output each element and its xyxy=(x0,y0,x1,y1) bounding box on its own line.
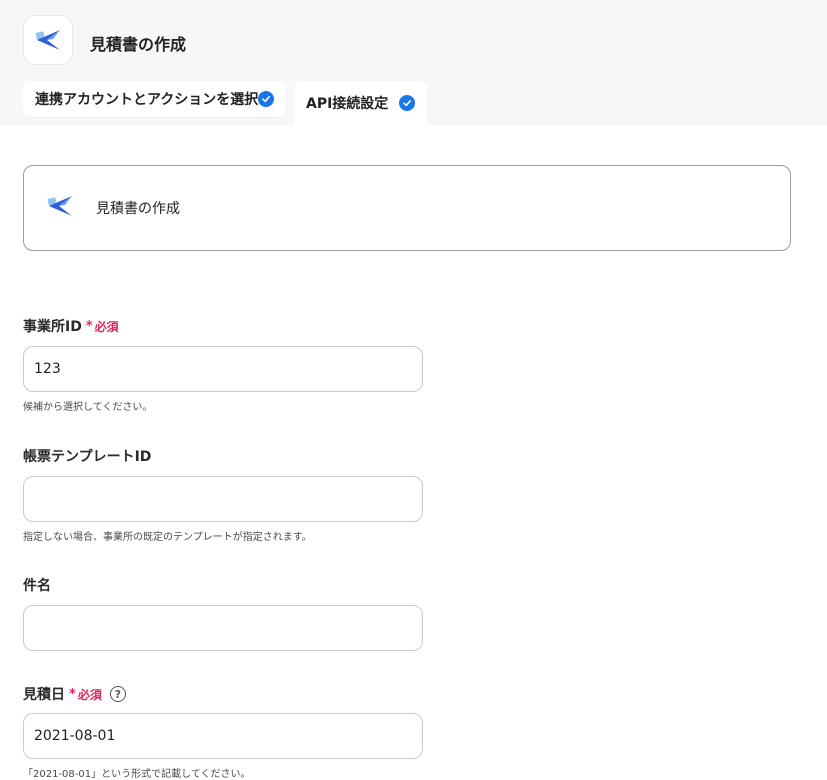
action-card-title: 見積書の作成 xyxy=(96,201,180,217)
paper-plane-logo-icon xyxy=(44,191,76,225)
action-card[interactable]: 見積書の作成 xyxy=(23,165,791,251)
subject-label-row: 件名 xyxy=(23,575,423,595)
tab-label: 連携アカウントとアクションを選択 xyxy=(35,92,259,108)
required-star: * xyxy=(85,318,93,334)
required-star: * xyxy=(69,686,76,702)
check-circle-icon xyxy=(399,95,415,111)
page-header: 見積書の作成 連携アカウントとアクションを選択 API接続設定 xyxy=(0,0,827,125)
office-id-field: 事業所ID * 必須 候補から選択してください。 xyxy=(23,316,423,413)
tab-api-connection-settings[interactable]: API接続設定 xyxy=(294,81,427,125)
app-logo-icon xyxy=(23,15,73,65)
template-id-label-row: 帳票テンプレートID xyxy=(23,446,423,466)
required-text: 必須 xyxy=(77,687,102,702)
office-id-input[interactable] xyxy=(23,346,423,392)
quote-date-input[interactable] xyxy=(23,713,423,759)
quote-date-label: 見積日 xyxy=(23,687,65,703)
subject-input[interactable] xyxy=(23,605,423,651)
template-id-label: 帳票テンプレートID xyxy=(23,449,152,465)
quote-date-label-row: 見積日 * 必須 ? xyxy=(23,684,423,704)
check-circle-icon xyxy=(258,91,275,107)
office-id-label-row: 事業所ID * 必須 xyxy=(23,316,423,336)
page-title: 見積書の作成 xyxy=(90,35,187,54)
subject-label: 件名 xyxy=(23,578,51,594)
template-id-field: 帳票テンプレートID 指定しない場合、事業所の既定のテンプレートが指定されます。 xyxy=(23,446,423,543)
tab-label: API接続設定 xyxy=(306,96,389,112)
required-text: 必須 xyxy=(94,319,119,334)
subject-field: 件名 xyxy=(23,575,423,651)
template-id-input[interactable] xyxy=(23,476,423,522)
office-id-label: 事業所ID xyxy=(23,319,82,335)
question-circle-icon[interactable]: ? xyxy=(109,686,126,702)
template-id-hint: 指定しない場合、事業所の既定のテンプレートが指定されます。 xyxy=(23,532,312,543)
office-id-hint: 候補から選択してください。 xyxy=(23,402,153,413)
quote-date-hint: 「2021-08-01」という形式で記載してください。 xyxy=(23,769,251,780)
tab-select-account-action[interactable]: 連携アカウントとアクションを選択 xyxy=(23,81,286,117)
quote-date-field: 見積日 * 必須 ? 「2021-08-01」という形式で記載してください。 xyxy=(23,684,423,780)
